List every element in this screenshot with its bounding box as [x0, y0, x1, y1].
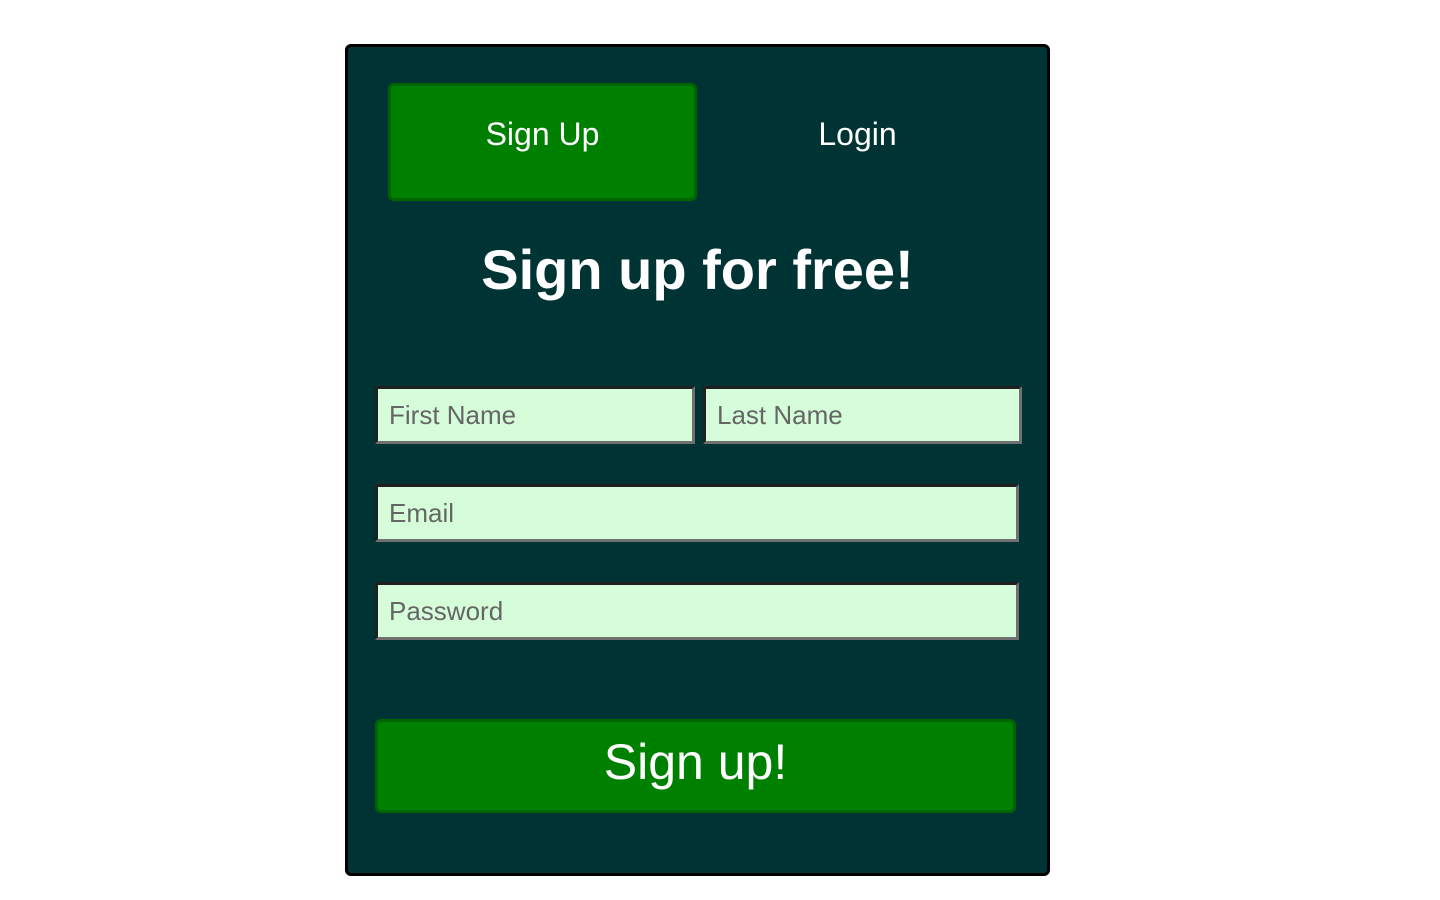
last-name-input[interactable] [703, 386, 1022, 444]
first-name-input[interactable] [375, 386, 695, 444]
form-heading: Sign up for free! [481, 238, 914, 301]
tab-sign-up[interactable]: Sign Up [388, 83, 697, 201]
tab-login[interactable]: Login [703, 83, 1012, 201]
tab-sign-up-label: Sign Up [485, 115, 600, 152]
email-input[interactable] [375, 484, 1019, 542]
tab-login-label: Login [818, 115, 897, 152]
signup-card: Sign Up Login Sign up for free! Sign up! [345, 44, 1050, 876]
password-input[interactable] [375, 582, 1019, 640]
sign-up-submit-button[interactable]: Sign up! [375, 719, 1016, 813]
